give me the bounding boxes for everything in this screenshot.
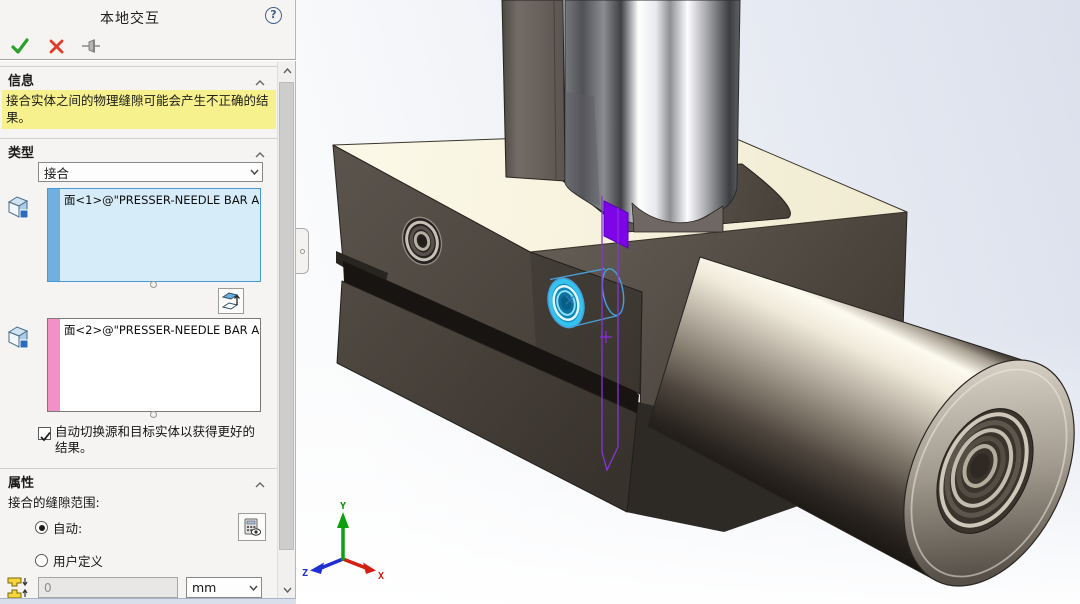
chevron-down-icon [246, 169, 262, 175]
user-defined-radio-row[interactable]: 用户定义 [35, 551, 103, 570]
gap-range-label: 接合的缝隙范围: [8, 492, 100, 511]
section-header-type[interactable]: 类型 [0, 138, 277, 160]
user-defined-radio-label: 用户定义 [53, 551, 103, 570]
pushpin-icon [81, 38, 103, 54]
info-header-label: 信息 [8, 74, 34, 89]
source-face-listbox[interactable]: 面<1>@"PRESSER-NEEDLE BAR ASSY"/" [47, 188, 261, 282]
scroll-down-button[interactable] [278, 581, 296, 598]
help-icon[interactable]: ? [265, 7, 282, 24]
toolbar-divider [0, 59, 296, 61]
auto-radio-row[interactable]: 自动: [35, 518, 82, 537]
section-header-info[interactable]: 信息 [0, 66, 277, 88]
swap-entities-button[interactable] [218, 288, 244, 314]
face-cube-icon [5, 324, 31, 350]
solidworks-window: Y X Z 本地交互 ? [0, 0, 1080, 604]
scroll-up-button[interactable] [278, 62, 296, 79]
3d-viewport[interactable]: Y X Z [296, 0, 1080, 604]
section-header-properties[interactable]: 属性 [0, 468, 277, 490]
target-face-item[interactable]: 面<2>@"PRESSER-NEEDLE BAR ASSY"/" [64, 322, 261, 338]
panel-titlebar: 本地交互 ? [0, 0, 296, 32]
panel-title: 本地交互 [0, 8, 260, 28]
pin-button[interactable] [80, 35, 104, 57]
splitter-dot [300, 249, 305, 254]
warning-message: 接合实体之间的物理缝隙可能会产生不正确的结果。 [2, 90, 276, 129]
gap-calculation-button[interactable] [238, 513, 266, 541]
target-face-listbox[interactable]: 面<2>@"PRESSER-NEEDLE BAR ASSY"/" [47, 318, 261, 412]
collapse-chevron-icon[interactable] [255, 477, 265, 492]
gap-range-icon [6, 576, 32, 599]
ok-button[interactable] [8, 35, 32, 57]
check-icon [10, 37, 30, 55]
auto-swap-checkbox[interactable] [38, 427, 51, 440]
triad-x-label: X [378, 571, 384, 582]
triad-z-label: Z [302, 568, 308, 579]
source-color-bar [48, 189, 60, 281]
x-icon [49, 39, 64, 54]
auto-radio[interactable] [35, 521, 48, 534]
unit-dropdown[interactable]: mm [186, 577, 262, 598]
type-dropdown-value: 接合 [39, 163, 246, 182]
type-dropdown[interactable]: 接合 [38, 162, 263, 182]
properties-header-label: 属性 [8, 476, 34, 491]
listbox-resize-handle[interactable] [150, 281, 157, 288]
triad-y-label: Y [340, 501, 346, 512]
auto-swap-label: 自动切换源和目标实体以获得更好的结果。 [55, 424, 260, 456]
auto-swap-row[interactable]: 自动切换源和目标实体以获得更好的结果。 [38, 424, 260, 456]
panel-scrollbar[interactable] [277, 62, 295, 598]
auto-radio-label: 自动: [53, 518, 82, 537]
collapse-chevron-icon[interactable] [255, 147, 265, 162]
panel-splitter-handle[interactable] [296, 228, 309, 274]
chevron-down-icon [245, 585, 261, 591]
user-defined-radio[interactable] [35, 554, 48, 567]
gap-value-input[interactable] [38, 577, 178, 598]
panel-bottom-edge [0, 598, 296, 604]
scrollbar-thumb[interactable] [279, 82, 294, 550]
target-color-bar [48, 319, 60, 411]
property-manager-panel: 本地交互 ? [0, 0, 296, 604]
collapse-chevron-icon[interactable] [255, 75, 265, 90]
type-header-label: 类型 [8, 146, 34, 161]
panel-toolbar [8, 34, 104, 58]
cancel-button[interactable] [44, 35, 68, 57]
calculator-eye-icon [242, 517, 262, 537]
checkmark-icon [39, 430, 52, 443]
source-face-item[interactable]: 面<1>@"PRESSER-NEEDLE BAR ASSY"/" [64, 192, 261, 208]
listbox-resize-handle[interactable] [150, 411, 157, 418]
unit-dropdown-value: mm [187, 580, 245, 595]
swap-icon [220, 290, 242, 312]
face-cube-icon [5, 194, 31, 220]
